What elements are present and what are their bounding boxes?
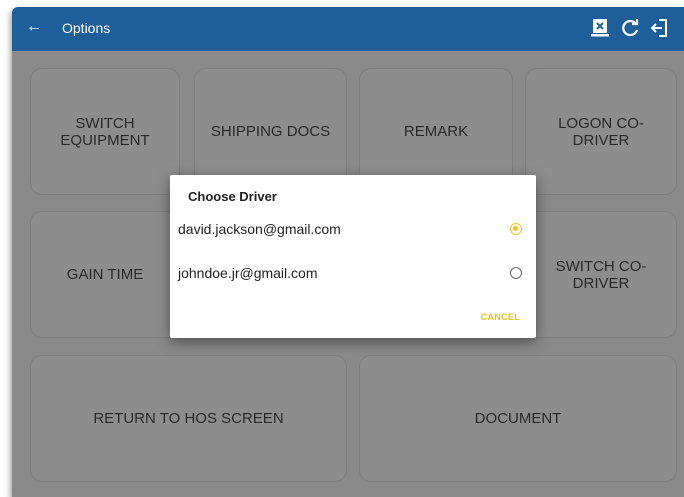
- logout-icon[interactable]: [648, 16, 672, 40]
- back-arrow-icon[interactable]: ←: [26, 18, 42, 36]
- driver-option[interactable]: david.jackson@gmail.com: [170, 213, 536, 247]
- app-bar: ← Options: [12, 7, 684, 51]
- dialog-title: Choose Driver: [188, 189, 277, 204]
- print-doc-icon[interactable]: [588, 16, 612, 40]
- cancel-button[interactable]: CANCEL: [481, 312, 520, 322]
- driver-option-label: david.jackson@gmail.com: [178, 221, 341, 237]
- choose-driver-dialog: Choose Driver david.jackson@gmail.com jo…: [170, 175, 536, 338]
- driver-option-label: johndoe.jr@gmail.com: [178, 265, 318, 281]
- driver-option[interactable]: johndoe.jr@gmail.com: [170, 257, 536, 291]
- radio-selected-icon[interactable]: [510, 223, 522, 235]
- refresh-icon[interactable]: [618, 16, 642, 40]
- page-title: Options: [62, 20, 111, 36]
- app-window: ← Options SWITCH EQUIPMENT SHIPPING DOCS…: [12, 7, 684, 497]
- radio-unselected-icon[interactable]: [510, 267, 522, 279]
